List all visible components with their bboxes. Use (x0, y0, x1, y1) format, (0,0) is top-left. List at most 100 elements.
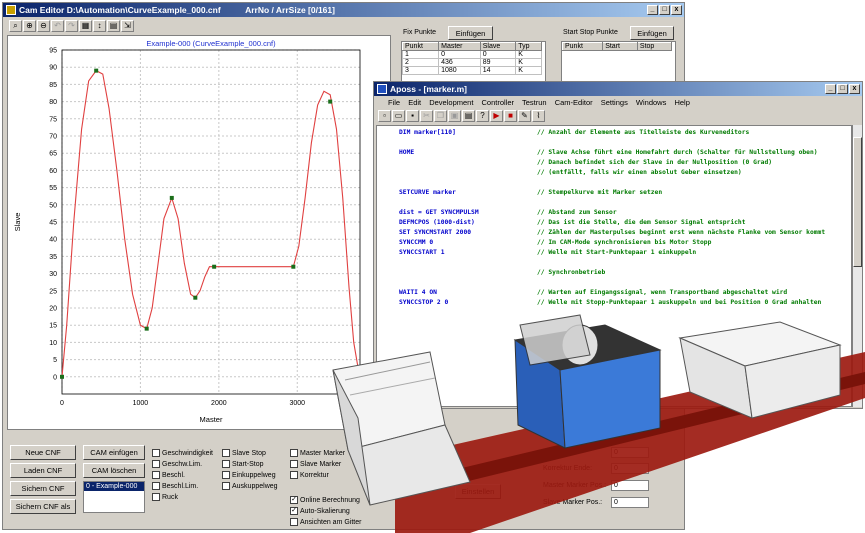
menu-edit[interactable]: Edit (408, 98, 421, 107)
chart-icon[interactable]: ⌇ (532, 110, 545, 122)
korrektur-ende-field[interactable]: 0 (611, 463, 649, 474)
aposs-maximize-button[interactable]: □ (837, 84, 848, 94)
table-row[interactable]: 100K (402, 50, 542, 59)
start-stop-insert-button[interactable]: Einfügen (630, 26, 674, 40)
scrollbar-thumb[interactable] (853, 137, 862, 267)
menu-testrun[interactable]: Testrun (522, 98, 547, 107)
checkbox-auskuppelweg[interactable]: Auskuppelweg (222, 482, 278, 491)
master-marker-pos-field[interactable]: 0 (611, 480, 649, 491)
print-icon[interactable]: ▤ (107, 20, 120, 32)
stop-icon[interactable]: ■ (504, 110, 517, 122)
code-line[interactable]: SETCURVE marker // Stempelkurve mit Marke… (399, 189, 662, 197)
checkbox-einkuppelweg[interactable]: Einkuppelweg (222, 471, 276, 480)
aposs-close-button[interactable]: x (849, 84, 860, 94)
code-line[interactable]: SET SYNCMSTART 2000 // Zählen der Masterp… (399, 229, 825, 237)
start-stop-header[interactable]: Stop (636, 42, 673, 51)
fix-punkte-header[interactable]: Slave (479, 42, 517, 51)
load-cnf-button[interactable]: Laden CNF (10, 463, 76, 478)
grid-icon[interactable]: ▦ (79, 20, 92, 32)
table-cell[interactable]: K (515, 58, 542, 67)
cam-editor-titlebar[interactable]: Cam Editor D:\Automation\CurveExample_00… (3, 3, 684, 17)
table-cell[interactable]: 436 (438, 58, 481, 67)
zoom-in-icon[interactable]: ⊕ (23, 20, 36, 32)
code-line[interactable]: WAITI 4 ON // Warten auf Eingangssignal, … (399, 289, 787, 297)
paste-icon[interactable]: ▣ (448, 110, 461, 122)
checkbox-master-marker[interactable]: Master Marker (290, 449, 345, 458)
table-cell[interactable]: K (515, 66, 542, 75)
cam-list-item[interactable]: 0 - Example-000 (84, 482, 144, 491)
fix-punkte-header[interactable]: Master (438, 42, 481, 51)
copy-icon[interactable]: ❐ (434, 110, 447, 122)
print-file-icon[interactable]: ▤ (462, 110, 475, 122)
table-cell[interactable]: 2 (402, 58, 440, 67)
checkbox-online-berechnung[interactable]: ✓ Online Berechnung (290, 496, 360, 505)
checkbox-ruck[interactable]: Ruck (152, 493, 178, 502)
table-cell[interactable]: 89 (479, 58, 517, 67)
start-stop-header[interactable]: Start (602, 42, 638, 51)
menu-settings[interactable]: Settings (601, 98, 628, 107)
menu-help[interactable]: Help (674, 98, 689, 107)
scale-icon[interactable]: ↕ (93, 20, 106, 32)
cam-list[interactable]: 0 - Example-000 (83, 481, 145, 513)
export-icon[interactable]: ⇲ (121, 20, 134, 32)
save-cnf-as-button[interactable]: Sichern CNF als (10, 499, 76, 514)
menu-windows[interactable]: Windows (636, 98, 666, 107)
aposs-editor[interactable]: DIM marker[110] // Anzahl der Elemente au… (376, 125, 852, 407)
fix-punkte-header[interactable]: Punkt (402, 42, 440, 51)
fix-punkte-insert-button[interactable]: Einfügen (448, 26, 493, 40)
table-cell[interactable]: 1 (402, 50, 440, 59)
code-line[interactable]: DEFMCPOS (1000-dist) // Das ist die Stell… (399, 219, 746, 227)
aposs-minimize-button[interactable]: _ (825, 84, 836, 94)
edit-icon[interactable]: ✎ (518, 110, 531, 122)
code-line[interactable]: DIM marker[110] // Anzahl der Elemente au… (399, 129, 749, 137)
checkbox-auto-skalierung[interactable]: ✓ Auto-Skalierung (290, 507, 350, 516)
checkbox-korrektur[interactable]: Korrektur (290, 471, 329, 480)
maximize-button[interactable]: □ (659, 5, 670, 15)
table-cell[interactable]: K (515, 50, 542, 59)
fix-punkte-table[interactable]: Punkt Master Slave Typ 1 0 0 K 2 436 89 K 3 1080 14 K (402, 42, 542, 75)
table-cell[interactable]: 14 (479, 66, 517, 75)
table-cell[interactable]: 1080 (438, 66, 481, 75)
table-cell[interactable]: 0 (438, 50, 481, 59)
aposs-scrollbar[interactable] (852, 125, 862, 407)
checkbox-beschl-lim[interactable]: Beschl.Lim. (152, 482, 198, 491)
compile-icon[interactable]: ▶ (490, 110, 503, 122)
checkbox-geschwindigkeit[interactable]: Geschwindigkeit (152, 449, 213, 458)
table-row[interactable]: 2 436 89 K (402, 58, 542, 67)
code-line[interactable]: HOME // Slave Achse führt eine Homefahrt … (399, 149, 818, 157)
cam-delete-button[interactable]: CAM löschen (83, 463, 145, 478)
save-file-icon[interactable]: ▪ (406, 110, 419, 122)
checkbox-geschw-lim[interactable]: Geschw.Lim. (152, 460, 202, 469)
table-row[interactable]: 3 1080 14 K (402, 66, 542, 75)
code-area[interactable]: DIM marker[110] // Anzahl der Elemente au… (377, 129, 847, 406)
new-cnf-button[interactable]: Neue CNF (10, 445, 76, 460)
marker-top-field[interactable]: 0 (611, 447, 649, 458)
start-stop-header[interactable]: Punkt (562, 42, 604, 51)
code-line[interactable]: SYNCCSTOP 2 0 // Welle mit Stopp-Punktepa… (399, 299, 821, 307)
menu-controller[interactable]: Controller (482, 98, 515, 107)
table-cell[interactable]: 0 (479, 50, 517, 59)
checkbox-beschl[interactable]: Beschl. (152, 471, 185, 480)
checkbox-start-stop[interactable]: Start-Stop (222, 460, 264, 469)
menu-development[interactable]: Development (429, 98, 473, 107)
aposs-titlebar[interactable]: Aposs - [marker.m] _ □ x (374, 82, 862, 96)
menu-file[interactable]: File (388, 98, 400, 107)
code-line[interactable]: SYNCCMM 0 // Im CAM-Mode synchronisieren … (399, 239, 711, 247)
minimize-button[interactable]: _ (647, 5, 658, 15)
menu-cam-editor[interactable]: Cam-Editor (555, 98, 593, 107)
slave-marker-pos-field[interactable]: 0 (611, 497, 649, 508)
close-button[interactable]: x (671, 5, 682, 15)
new-file-icon[interactable]: ▫ (378, 110, 391, 122)
open-file-icon[interactable]: ▭ (392, 110, 405, 122)
einstellen-button[interactable]: Einstellen (455, 484, 501, 499)
checkbox-slave-stop[interactable]: Slave Stop (222, 449, 266, 458)
save-cnf-button[interactable]: Sichern CNF (10, 481, 76, 496)
fix-punkte-header[interactable]: Typ (515, 42, 542, 51)
code-line[interactable]: dist = GET SYNCMPULSM // Abstand zum Sens… (399, 209, 617, 217)
cut-icon[interactable]: ✂ (420, 110, 433, 122)
zoom-out-icon[interactable]: ⊖ (37, 20, 50, 32)
cam-curve-chart[interactable]: Example-000 (CurveExample_000.cnf) 0 5 10 15… (8, 36, 390, 429)
help-icon[interactable]: ? (476, 110, 489, 122)
checkbox-ansichten-am-gitter[interactable]: Ansichten am Gitter (290, 518, 361, 527)
table-cell[interactable]: 3 (402, 66, 440, 75)
